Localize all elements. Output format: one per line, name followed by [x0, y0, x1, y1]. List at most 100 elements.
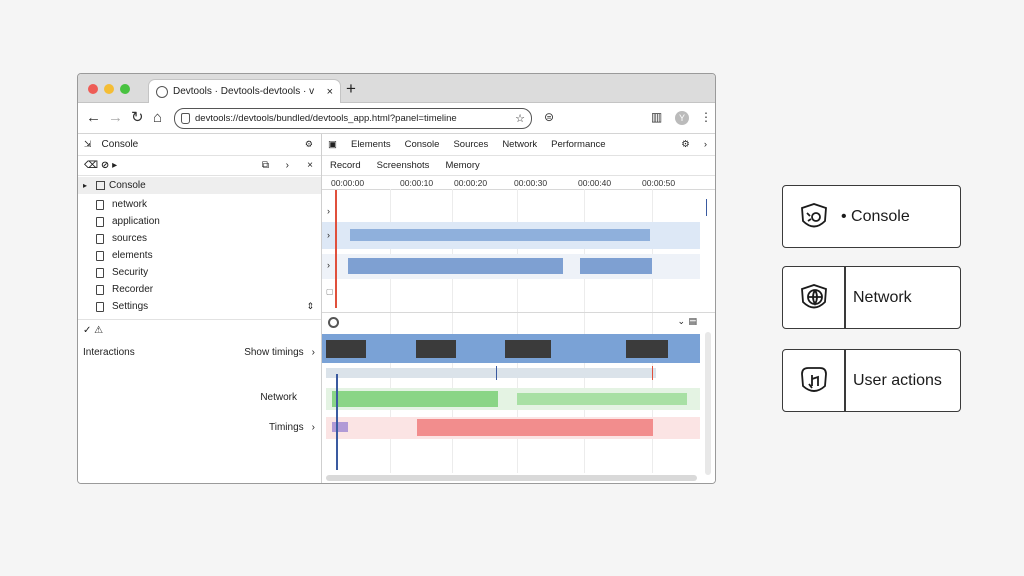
file-icon — [96, 199, 104, 210]
filter-icons[interactable]: ✓ ⚠ — [83, 325, 103, 336]
user-action-icon — [783, 350, 844, 411]
tree-item[interactable]: network — [96, 199, 147, 210]
tree-root-label: Console — [109, 180, 146, 191]
bug-icon — [783, 186, 844, 247]
file-icon — [96, 267, 104, 278]
forward-button[interactable]: → — [108, 110, 123, 125]
file-icon — [96, 250, 104, 261]
browser-window: Devtools · Devtools-devtools · v × + ← →… — [77, 73, 716, 484]
legend-label: Network — [853, 288, 912, 306]
bookmark-star-icon[interactable]: ☆ — [515, 112, 525, 125]
home-button[interactable]: ⌂ — [153, 110, 162, 125]
track-icon: ▢ — [326, 287, 334, 296]
legend-label: User actions — [853, 371, 942, 389]
legend-user-actions: User actions — [782, 349, 961, 412]
browser-toolbar: ← → ↻ ⌂ devtools://devtools/bundled/devt… — [78, 103, 715, 134]
url-text: devtools://devtools/bundled/devtools_app… — [195, 113, 457, 124]
console-waveform — [332, 391, 498, 407]
tab-elements[interactable]: Elements — [351, 139, 391, 150]
screenshot-thumb[interactable] — [626, 340, 668, 358]
file-icon — [96, 284, 104, 295]
tree-item[interactable]: Security — [96, 267, 148, 278]
maximize-window-button[interactable] — [120, 84, 130, 94]
settings-gear-icon[interactable]: ⚙ — [681, 139, 690, 150]
close-window-button[interactable] — [88, 84, 98, 94]
close-icon[interactable]: × — [307, 160, 313, 171]
address-bar[interactable]: devtools://devtools/bundled/devtools_app… — [174, 108, 532, 129]
group-row-label: Network — [260, 391, 297, 403]
screenshot-thumb[interactable] — [326, 340, 366, 358]
horizontal-scrollbar[interactable] — [326, 475, 697, 481]
left-toolbar-icons[interactable]: ⌫ ⊘ ▸ — [84, 160, 117, 171]
clipboard-icon[interactable]: ▤ — [688, 316, 697, 327]
profile-avatar[interactable]: Y — [675, 111, 689, 125]
track-expand-icon[interactable]: › — [327, 206, 330, 216]
performance-panel: ▣ Elements Console Sources Network Perfo… — [322, 134, 715, 483]
tab-console[interactable]: Console — [405, 139, 440, 150]
playhead[interactable] — [335, 190, 337, 308]
reload-button[interactable]: ↻ — [131, 110, 144, 125]
track-expand-icon[interactable]: › — [327, 260, 330, 270]
scroll-indicator[interactable] — [704, 199, 707, 216]
devtools-left-pane: ⇲ Console ⚙ ⌫ ⊘ ▸ ⧉ › × ▸ Console networ… — [78, 134, 322, 483]
user-action-marker[interactable] — [332, 422, 348, 432]
network-waveform — [580, 258, 652, 274]
screenshots-toggle[interactable]: Screenshots — [377, 160, 430, 171]
tree-item[interactable]: application — [96, 216, 160, 227]
chevron-right-icon[interactable]: › — [312, 422, 315, 433]
ruler-label: 00:00:10 — [400, 178, 434, 188]
group-row-label: Timings — [269, 421, 304, 433]
lock-icon — [181, 113, 190, 124]
console-checkbox[interactable] — [96, 181, 106, 190]
tab-sources[interactable]: Sources — [453, 139, 488, 150]
group-row-value[interactable]: Show timings — [244, 347, 303, 358]
timeline-cursor[interactable] — [336, 374, 338, 470]
chevron-right-icon[interactable]: › — [312, 347, 315, 358]
left-header-title: Console — [101, 139, 139, 150]
minimize-window-button[interactable] — [104, 84, 114, 94]
device-toggle-icon[interactable]: ⇲ — [84, 139, 92, 150]
expand-arrow-icon[interactable]: ▸ — [83, 181, 87, 190]
record-button[interactable]: Record — [330, 160, 361, 171]
file-icon — [96, 301, 104, 312]
extensions-icon[interactable]: ⊜ — [544, 111, 554, 123]
tree-item-label: sources — [112, 233, 148, 244]
chevron-down-icon[interactable]: ⌄ — [677, 316, 685, 327]
tab-network[interactable]: Network — [502, 139, 537, 150]
tree-item-label: Security — [112, 267, 149, 278]
file-icon — [96, 233, 104, 244]
tree-item[interactable]: elements — [96, 250, 153, 261]
browser-tab[interactable]: Devtools · Devtools-devtools · v × — [148, 79, 341, 103]
tree-item-label: Recorder — [112, 284, 154, 295]
ruler-label: 00:00:30 — [514, 178, 548, 188]
track-expand-icon[interactable]: › — [327, 230, 330, 240]
screenshot-thumb[interactable] — [416, 340, 456, 358]
tree-item-label: network — [112, 199, 148, 210]
vertical-scrollbar[interactable] — [705, 332, 711, 475]
screenshot-thumb[interactable] — [505, 340, 551, 358]
memory-toggle[interactable]: Memory — [445, 160, 479, 171]
tab-strip: Devtools · Devtools-devtools · v × + — [78, 74, 715, 103]
back-button[interactable]: ← — [86, 110, 101, 125]
menu-kebab-icon[interactable]: ⋮ — [700, 111, 712, 123]
legend-network: Network — [782, 266, 961, 329]
layout-icon[interactable]: ⧉ — [262, 160, 269, 171]
new-tab-button[interactable]: + — [346, 80, 356, 97]
chevron-right-icon[interactable]: › — [286, 160, 289, 171]
dock-icon[interactable]: ▣ — [328, 139, 337, 150]
sort-arrows-icon[interactable]: ⇕ — [306, 301, 314, 312]
console-waveform — [517, 393, 687, 405]
legend-label: • Console — [841, 207, 910, 225]
record-circle-icon[interactable] — [328, 317, 339, 328]
console-filter-icon[interactable]: ⚙ — [305, 139, 313, 150]
frames-track — [326, 368, 656, 378]
sidebar-panel-icon[interactable]: ▥ — [651, 111, 662, 123]
group-row-label: Interactions — [83, 346, 135, 358]
tab-close-icon[interactable]: × — [327, 86, 333, 98]
tab-performance[interactable]: Performance — [551, 139, 605, 150]
tree-item-label: application — [112, 216, 160, 227]
tree-item[interactable]: Recorder — [96, 284, 153, 295]
tree-item[interactable]: Settings ⇕ — [96, 301, 314, 312]
tree-item[interactable]: sources — [96, 233, 147, 244]
more-icon[interactable]: › — [704, 139, 707, 150]
